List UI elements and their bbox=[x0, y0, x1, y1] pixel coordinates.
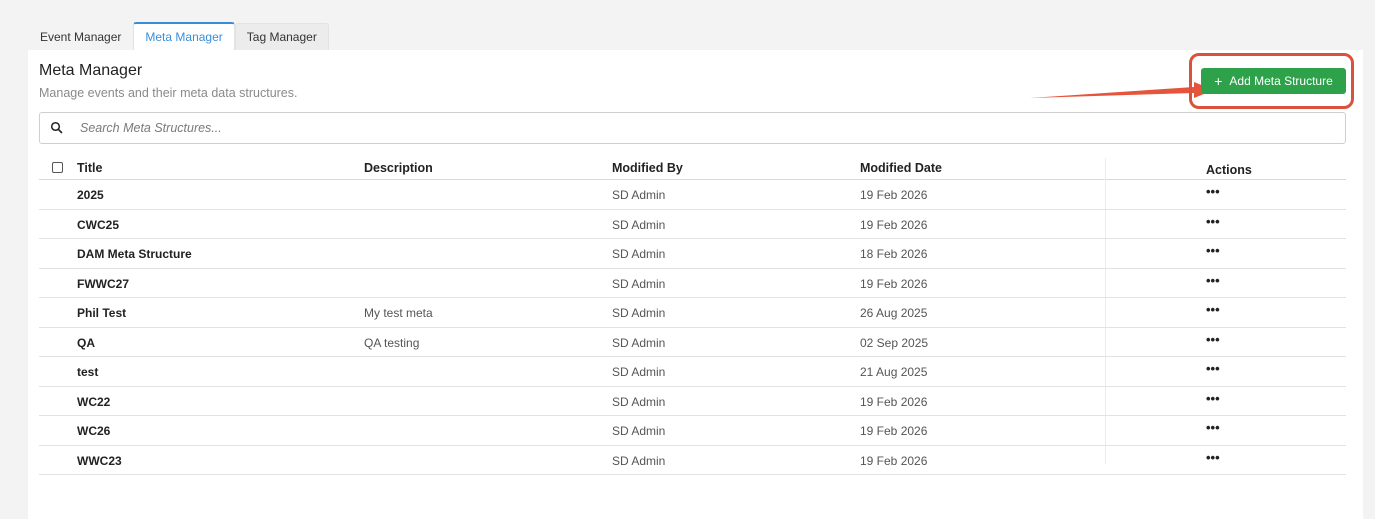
row-actions-menu-icon[interactable]: ••• bbox=[1206, 420, 1220, 435]
row-title: CWC25 bbox=[77, 217, 120, 232]
search-icon bbox=[50, 121, 63, 134]
search-input[interactable] bbox=[78, 120, 1345, 136]
table-row[interactable]: DAM Meta Structure SD Admin 18 Feb 2026 … bbox=[39, 239, 1346, 269]
row-title: Phil Test bbox=[77, 306, 127, 320]
tab-event-manager[interactable]: Event Manager bbox=[28, 23, 134, 50]
table-row[interactable]: WC22 SD Admin 19 Feb 2026 ••• bbox=[39, 387, 1346, 416]
row-title: WC22 bbox=[77, 394, 111, 409]
column-header-modified-by[interactable]: Modified By bbox=[612, 161, 683, 175]
row-modified-date: 02 Sep 2025 bbox=[860, 335, 929, 350]
page-title: Meta Manager bbox=[39, 62, 143, 79]
meta-structures-table: Title Description Modified By Modified D… bbox=[39, 154, 1346, 475]
table-row[interactable]: 2025 SD Admin 19 Feb 2026 ••• bbox=[39, 180, 1346, 210]
column-header-description[interactable]: Description bbox=[364, 161, 433, 175]
row-modified-by: SD Admin bbox=[612, 247, 666, 261]
meta-manager-panel: Meta Manager Manage events and their met… bbox=[28, 50, 1363, 519]
add-meta-structure-label: Add Meta Structure bbox=[1229, 74, 1333, 88]
row-modified-by: SD Admin bbox=[612, 394, 666, 409]
row-description: My test meta bbox=[364, 306, 433, 320]
row-title: test bbox=[77, 365, 99, 379]
tab-tag-manager[interactable]: Tag Manager bbox=[234, 23, 329, 50]
row-actions-menu-icon[interactable]: ••• bbox=[1206, 273, 1220, 288]
page-subtitle: Manage events and their meta data struct… bbox=[39, 86, 298, 100]
annotation-arrow-icon bbox=[1030, 82, 1214, 98]
plus-icon: + bbox=[1214, 73, 1223, 89]
row-modified-by: SD Admin bbox=[612, 424, 666, 438]
row-actions-menu-icon[interactable]: ••• bbox=[1206, 214, 1220, 229]
row-title: DAM Meta Structure bbox=[77, 247, 192, 261]
search-box bbox=[39, 112, 1346, 144]
row-actions-menu-icon[interactable]: ••• bbox=[1206, 450, 1220, 465]
row-modified-date: 21 Aug 2025 bbox=[860, 365, 928, 379]
table-row[interactable]: QA QA testing SD Admin 02 Sep 2025 ••• bbox=[39, 328, 1346, 357]
row-title: WWC23 bbox=[77, 453, 122, 468]
row-modified-date: 26 Aug 2025 bbox=[860, 306, 928, 320]
row-actions-menu-icon[interactable]: ••• bbox=[1206, 361, 1220, 376]
row-actions-menu-icon[interactable]: ••• bbox=[1206, 184, 1220, 199]
column-header-actions: Actions bbox=[1206, 163, 1252, 177]
row-modified-by: SD Admin bbox=[612, 453, 666, 468]
row-modified-date: 19 Feb 2026 bbox=[860, 188, 928, 202]
row-modified-by: SD Admin bbox=[612, 335, 666, 350]
table-row[interactable]: FWWC27 SD Admin 19 Feb 2026 ••• bbox=[39, 269, 1346, 298]
row-modified-date: 19 Feb 2026 bbox=[860, 424, 928, 438]
table-row[interactable]: WC26 SD Admin 19 Feb 2026 ••• bbox=[39, 416, 1346, 446]
row-modified-date: 18 Feb 2026 bbox=[860, 247, 928, 261]
table-row[interactable]: test SD Admin 21 Aug 2025 ••• bbox=[39, 357, 1346, 387]
row-title: 2025 bbox=[77, 188, 104, 202]
column-header-modified-date[interactable]: Modified Date bbox=[860, 161, 942, 175]
row-actions-menu-icon[interactable]: ••• bbox=[1206, 243, 1220, 258]
row-modified-by: SD Admin bbox=[612, 306, 666, 320]
row-actions-menu-icon[interactable]: ••• bbox=[1206, 391, 1220, 406]
row-title: QA bbox=[77, 335, 95, 350]
table-row[interactable]: Phil Test My test meta SD Admin 26 Aug 2… bbox=[39, 298, 1346, 328]
table-row[interactable]: WWC23 SD Admin 19 Feb 2026 ••• bbox=[39, 446, 1346, 475]
row-modified-by: SD Admin bbox=[612, 276, 666, 291]
row-modified-by: SD Admin bbox=[612, 365, 666, 379]
row-modified-date: 19 Feb 2026 bbox=[860, 394, 928, 409]
row-modified-date: 19 Feb 2026 bbox=[860, 217, 928, 232]
row-modified-by: SD Admin bbox=[612, 217, 666, 232]
row-description: QA testing bbox=[364, 335, 420, 350]
tab-meta-manager[interactable]: Meta Manager bbox=[133, 22, 235, 50]
select-all-checkbox[interactable] bbox=[52, 162, 63, 173]
table-header: Title Description Modified By Modified D… bbox=[39, 154, 1346, 464]
row-modified-date: 19 Feb 2026 bbox=[860, 276, 928, 291]
row-modified-date: 19 Feb 2026 bbox=[860, 453, 928, 468]
tab-bar: Event Manager Meta Manager Tag Manager bbox=[28, 22, 329, 50]
row-modified-by: SD Admin bbox=[612, 188, 666, 202]
row-actions-menu-icon[interactable]: ••• bbox=[1206, 332, 1220, 347]
add-meta-structure-button[interactable]: + Add Meta Structure bbox=[1201, 68, 1346, 94]
column-header-title[interactable]: Title bbox=[77, 161, 102, 175]
page: Event Manager Meta Manager Tag Manager M… bbox=[0, 0, 1375, 519]
row-actions-menu-icon[interactable]: ••• bbox=[1206, 302, 1220, 317]
row-title: WC26 bbox=[77, 424, 111, 438]
row-title: FWWC27 bbox=[77, 276, 129, 291]
table-row[interactable]: CWC25 SD Admin 19 Feb 2026 ••• bbox=[39, 210, 1346, 239]
